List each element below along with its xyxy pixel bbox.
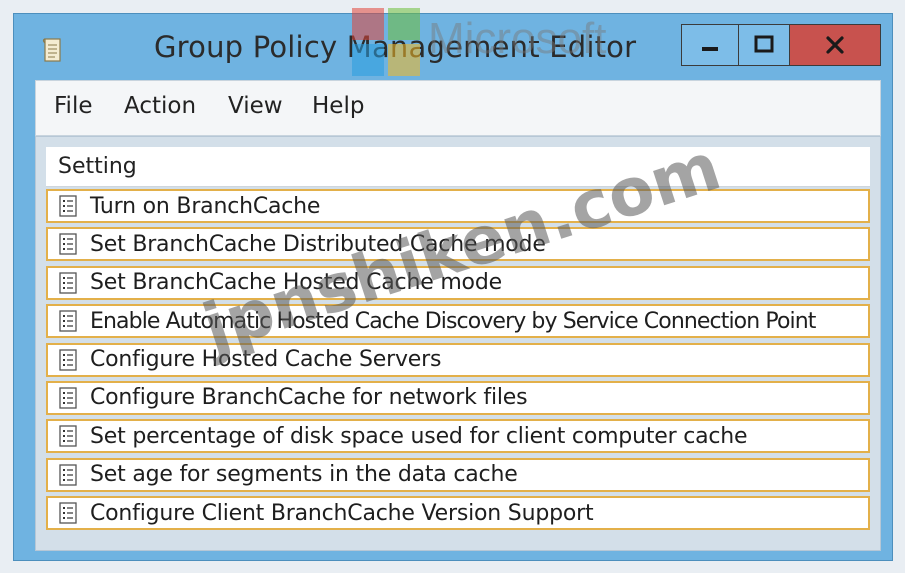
policy-setting-icon xyxy=(59,348,77,371)
microsoft-logo-icon xyxy=(352,8,420,76)
title-bar[interactable]: Group Policy Management Editor Microsoft xyxy=(14,8,892,80)
list-item[interactable]: Set percentage of disk space used for cl… xyxy=(46,419,870,454)
minimize-icon xyxy=(702,47,718,51)
policy-scroll-icon xyxy=(42,38,61,62)
setting-name: Configure BranchCache for network files xyxy=(90,385,528,411)
policy-setting-icon xyxy=(59,272,77,294)
policy-setting-icon xyxy=(59,233,77,256)
setting-name: Configure Hosted Cache Servers xyxy=(90,347,442,373)
menu-help[interactable]: Help xyxy=(312,93,364,119)
list-item[interactable]: Configure Hosted Cache Servers xyxy=(46,342,870,377)
menu-bar: File Action View Help xyxy=(35,80,881,136)
minimize-button[interactable] xyxy=(681,24,739,66)
setting-name: Configure Client BranchCache Version Sup… xyxy=(90,500,594,526)
policy-setting-icon xyxy=(59,425,77,447)
menu-file[interactable]: File xyxy=(54,93,93,119)
column-header-label: Setting xyxy=(58,154,137,179)
list-item[interactable]: Set age for segments in the data cache xyxy=(46,457,870,492)
policy-setting-icon xyxy=(59,464,77,486)
column-header-setting[interactable]: Setting xyxy=(46,147,870,187)
list-item[interactable]: Configure BranchCache for network files xyxy=(46,380,870,415)
setting-name: Set age for segments in the data cache xyxy=(90,462,518,488)
policy-setting-icon xyxy=(59,387,77,409)
list-item[interactable]: Enable Automatic Hosted Cache Discovery … xyxy=(46,304,870,339)
setting-name: Set BranchCache Hosted Cache mode xyxy=(90,270,502,296)
setting-name: Turn on BranchCache xyxy=(90,193,321,219)
brand-watermark: Microsoft xyxy=(428,14,607,63)
settings-list: Turn on BranchCache Set BranchCache Dist… xyxy=(46,189,870,535)
list-item[interactable]: Set BranchCache Hosted Cache mode xyxy=(46,265,870,300)
list-item[interactable]: Configure Client BranchCache Version Sup… xyxy=(46,496,870,531)
policy-setting-icon xyxy=(59,310,77,332)
setting-name: Set BranchCache Distributed Cache mode xyxy=(90,231,546,257)
maximize-button[interactable] xyxy=(738,24,790,66)
list-item[interactable]: Set BranchCache Distributed Cache mode xyxy=(46,227,870,262)
app-window: Group Policy Management Editor Microsoft… xyxy=(13,8,893,561)
setting-name: Enable Automatic Hosted Cache Discovery … xyxy=(90,308,816,334)
menu-view[interactable]: View xyxy=(228,93,283,119)
list-item[interactable]: Turn on BranchCache xyxy=(46,189,870,223)
menu-action[interactable]: Action xyxy=(124,93,196,119)
policy-setting-icon xyxy=(59,195,77,217)
settings-list-pane: Setting Turn on BranchCache Set BranchCa… xyxy=(35,136,881,551)
close-icon xyxy=(826,36,844,54)
setting-name: Set percentage of disk space used for cl… xyxy=(90,423,748,449)
maximize-icon xyxy=(754,35,774,53)
policy-setting-icon xyxy=(59,502,77,524)
close-button[interactable] xyxy=(789,24,881,66)
